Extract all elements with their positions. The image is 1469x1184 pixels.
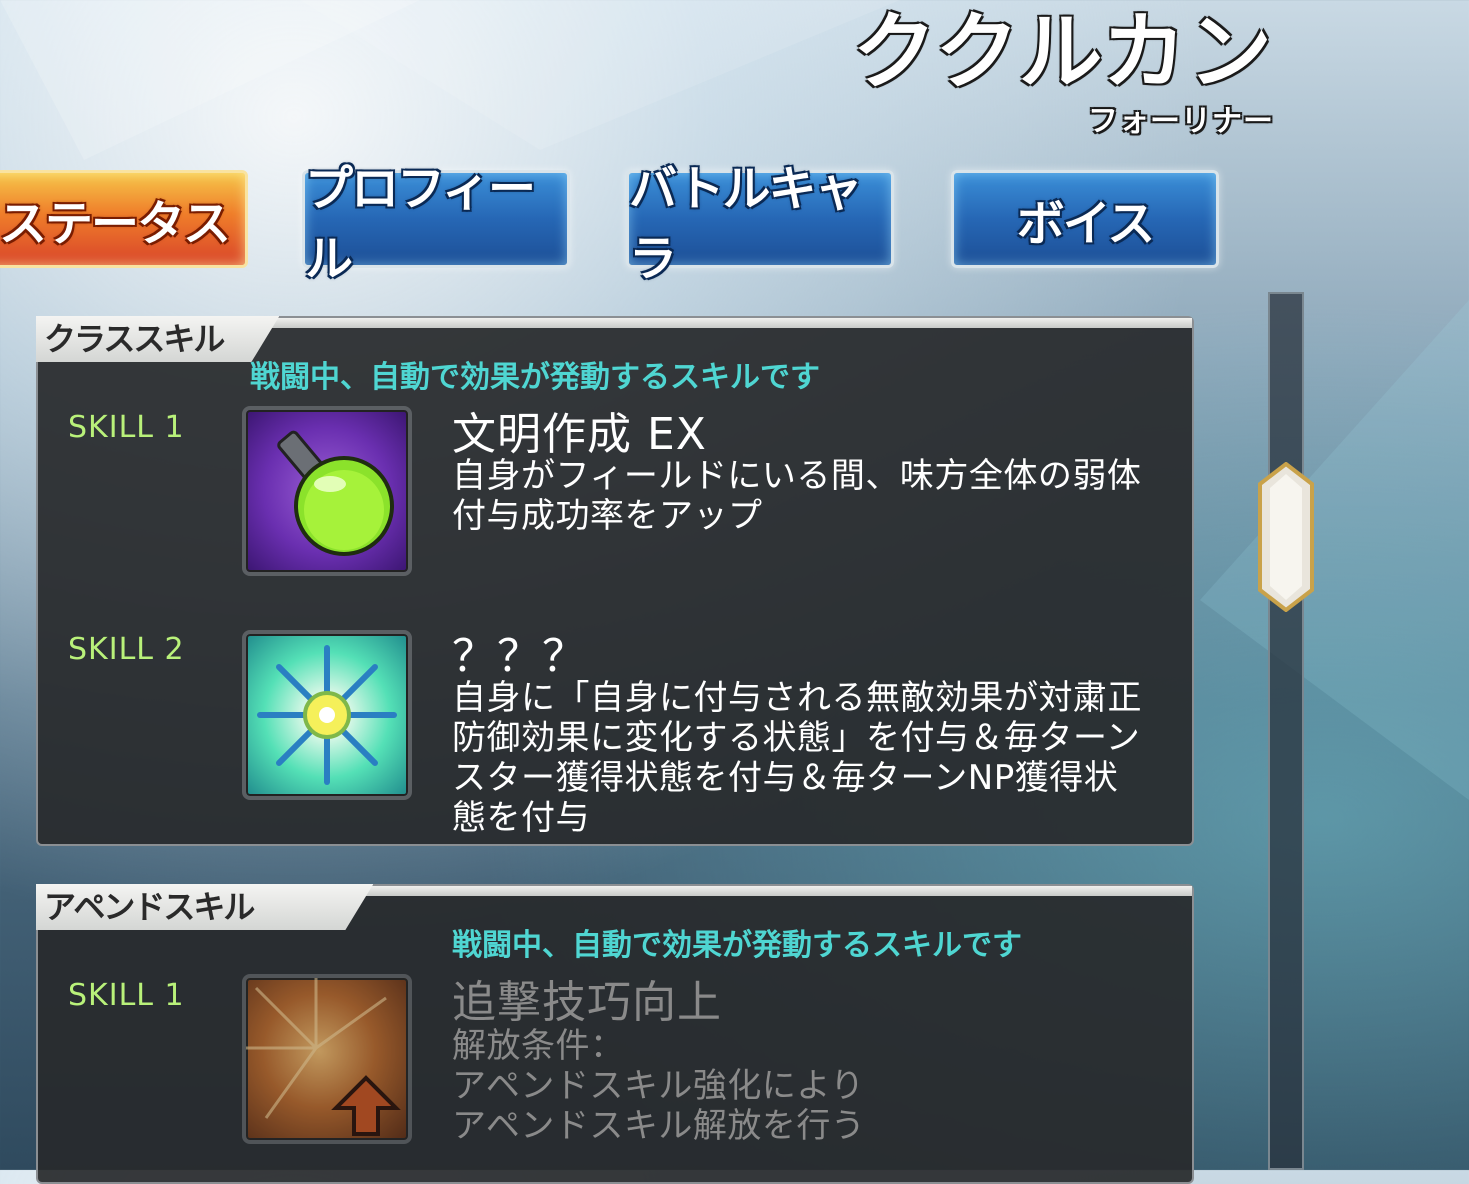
- skill-slot-label: SKILL 2: [68, 632, 185, 667]
- bg-shard: [300, 0, 900, 150]
- skill-description: 自身に「自身に付与される無敵効果が対粛正 防御効果に変化する状態」を付与＆毎ター…: [452, 678, 1192, 838]
- tab-profile[interactable]: プロフィール: [302, 161, 570, 287]
- character-header: ククルカン フォーリナー: [852, 4, 1274, 140]
- scrollbar-track[interactable]: [1268, 292, 1304, 1170]
- panel-description: 戦闘中、自動で効果が発動するスキルです: [452, 928, 1022, 963]
- panel-description: 戦闘中、自動で効果が発動するスキルです: [250, 360, 820, 395]
- skill-name: ？？？: [452, 631, 587, 682]
- tab-status[interactable]: ステータス: [0, 170, 248, 268]
- character-name: ククルカン: [852, 3, 1274, 101]
- skill-name: 追撃技巧向上: [452, 977, 722, 1028]
- skill-slot-label: SKILL 1: [68, 410, 185, 445]
- skill-text-line: 解放条件：: [452, 1026, 625, 1066]
- skill-slot-label: SKILL 1: [68, 978, 185, 1013]
- character-class: フォーリナー: [1088, 104, 1274, 139]
- skill-text-line: アペンドスキル強化により: [452, 1066, 865, 1106]
- class-skill-panel: クラススキル 戦闘中、自動で効果が発動するスキルです SKILL 1 文明作成 …: [36, 316, 1194, 846]
- skill-text-line: 付与成功率をアップ: [452, 496, 763, 536]
- skill-text-line: スター獲得状態を付与＆毎ターンNP獲得状: [452, 758, 1119, 798]
- tab-battle-character[interactable]: バトルキャラ: [626, 161, 894, 287]
- skill-text-line: 態を付与: [452, 798, 590, 838]
- tab-label: バトルキャラ: [629, 161, 862, 287]
- panel-title: クラススキル: [36, 316, 279, 362]
- skill-description: 自身がフィールドにいる間、味方全体の弱体 付与成功率をアップ: [452, 456, 1192, 536]
- panel-title: アペンドスキル: [36, 884, 373, 930]
- skill-unlock-condition: 解放条件： アペンドスキル強化により アペンドスキル解放を行う: [452, 1026, 1192, 1146]
- tab-voice[interactable]: ボイス: [951, 170, 1219, 268]
- skill-text-line: アペンドスキル解放を行う: [452, 1106, 866, 1146]
- skill-text-line: 自身がフィールドにいる間、味方全体の弱体: [452, 456, 1142, 496]
- scrollbar-thumb[interactable]: [1258, 461, 1314, 613]
- skill-name: 文明作成 EX: [452, 409, 707, 460]
- snowflake-mandala-icon[interactable]: [242, 630, 412, 800]
- burst-up-arrow-icon[interactable]: [242, 974, 412, 1144]
- skill-text-line: 自身に「自身に付与される無敵効果が対粛正: [452, 678, 1142, 718]
- tab-label: ステータス: [0, 196, 231, 252]
- tab-label: ボイス: [1016, 196, 1156, 252]
- skill-text-line: 防御効果に変化する状態」を付与＆毎ターン: [452, 718, 1141, 758]
- tab-label: プロフィール: [305, 161, 536, 287]
- potion-flask-icon[interactable]: [242, 406, 412, 576]
- append-skill-panel: アペンドスキル 戦闘中、自動で効果が発動するスキルです SKILL 1 追撃技巧…: [36, 884, 1194, 1184]
- bg-shard: [1200, 300, 1469, 800]
